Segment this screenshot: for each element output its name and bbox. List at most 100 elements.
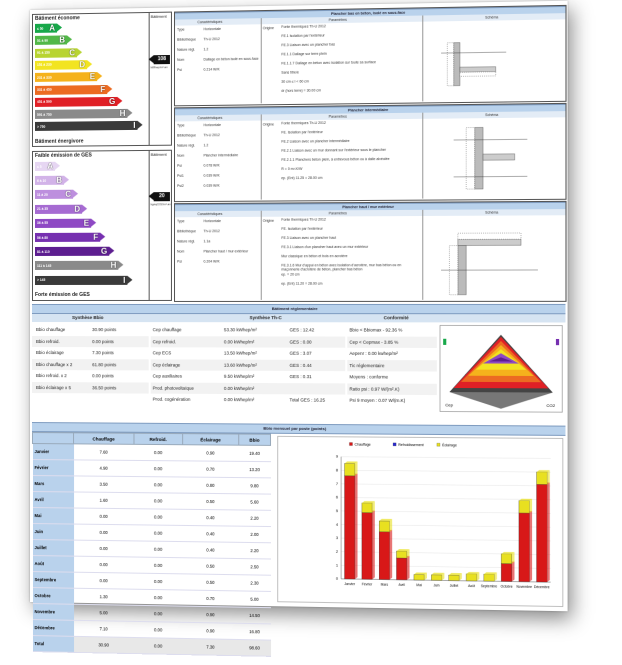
chart-bar-chauffage — [537, 484, 548, 582]
ges-label-title: Faible émission de GES — [34, 152, 92, 159]
thc-rows-value: 13.60 kWhep/m² — [223, 362, 257, 368]
monthly-cell-bbio: 5.60 — [238, 493, 271, 511]
chart-bar-éclairage — [414, 575, 424, 581]
chart-x-tick: Mars — [381, 583, 389, 587]
energy-class-range: ≤ 50 — [36, 26, 44, 31]
energy-class-bar: > 750 I — [34, 121, 138, 132]
detail-param: ep. (Ent) 11.25 = 28.00 cm — [281, 175, 323, 181]
conf-rows-row: Tic réglementaire — [347, 359, 437, 372]
detail-key: Psi1 — [177, 173, 184, 178]
detail-param: FE.2.1.1 Planchers béton plein, à entrev… — [281, 156, 390, 162]
monthly-cell-bbio: 13.20 — [238, 461, 271, 478]
thc-rows-value: 53.30 kWhep/m² — [223, 327, 257, 333]
monthly-cell-chauffage: 4.90 — [73, 459, 134, 477]
bbio-rows-row: Bbio refroid. x 2 0.00 points — [32, 370, 149, 382]
thermal-bridge-details: Plancher bas en béton, isolé en sous-fac… — [30, 1, 568, 302]
ges-class-arrow — [55, 161, 61, 170]
bbio-rows-label: Bbio refroid. x 2 — [35, 373, 67, 379]
detail-param: FE.2 Liaison avec un plancher intermédia… — [281, 138, 350, 144]
thc-rows-ges: GES : 0.31 — [289, 374, 312, 380]
energy-class-letter: E — [89, 72, 96, 82]
conf-header: Conformité — [383, 315, 409, 321]
ges-class-letter: B — [56, 175, 63, 186]
bbio-rows-label: Bbio chauffage — [35, 327, 66, 333]
monthly-cell-month: Novembre — [32, 603, 74, 621]
energy-class-bar: 591 à 750 H — [34, 108, 128, 120]
monthly-cell-eclairage: 0.80 — [182, 477, 239, 494]
chart-y-tick: 6 — [336, 496, 338, 500]
detail-schema-drawing — [433, 20, 559, 100]
monthly-cell-bbio: 2.00 — [238, 526, 271, 543]
thc-rows-value: 9.50 kWhep/m² — [223, 373, 255, 379]
conf-rows-row: Aepenr : 0.00 kwhep/m² — [347, 348, 437, 359]
detail-param: FE.1 Isolation par l'extérieur — [281, 33, 325, 39]
detail-param: FE.1.1 Dallage sur terre plein — [281, 51, 327, 57]
monthly-cell-refroid: 0.00 — [133, 637, 183, 655]
detail-value: 0.039 W/K — [203, 173, 220, 178]
thc-rows-value: 0.00 kWhep/m² — [223, 338, 255, 344]
ges-class-range: ≤ 5 — [36, 164, 42, 169]
chart-bar-chauffage — [501, 564, 512, 582]
chart-bar-side — [389, 529, 393, 580]
energy-class-range: 51 à 90 — [36, 38, 48, 43]
legend-swatch — [437, 443, 440, 446]
ges-value: 20 — [159, 193, 165, 200]
detail-param: Fonte thermiques Th-U 2012 — [281, 120, 326, 126]
detail-key: Type — [177, 27, 185, 32]
thc-rows-row: Prod. photovoltaïque 0.00 kWhep/m² — [150, 382, 346, 395]
chart-x-tick: Août — [468, 584, 475, 588]
monthly-cell-refroid: 0.00 — [133, 460, 183, 478]
monthly-row: Total 30.90 0.00 7.30 98.60 — [32, 635, 271, 657]
monthly-cell-eclairage: 0.40 — [182, 509, 239, 527]
monthly-cell-chauffage: 0.00 — [73, 524, 134, 541]
col-parametres: Paramètres — [328, 17, 347, 23]
detail-key: Nom — [177, 57, 185, 62]
ges-class-arrow — [100, 232, 106, 241]
conf-rows-item: Moyens : conforme — [349, 374, 389, 380]
ges-class-range: 6 à 10 — [36, 178, 47, 183]
thc-rows-ges: GES : 12.42 — [289, 327, 315, 333]
ges-class-letter: F — [93, 232, 99, 242]
col-schema: Schéma — [485, 15, 499, 20]
detail-key: Type — [177, 219, 185, 224]
monthly-cell-chauffage: 0.00 — [73, 540, 134, 558]
col-caracteristiques: Caractéristiques — [197, 19, 223, 25]
bbio-rows-value: 0.00 points — [92, 373, 114, 379]
detail-param: Fonte thermiques Th-U 2012 — [281, 217, 326, 222]
monthly-cell-eclairage: 0.40 — [182, 525, 239, 543]
thc-rows-label: Cep ECS — [152, 350, 172, 356]
detail-value: Horizontale — [203, 122, 221, 128]
detail-param: R = 0 m².K/W — [281, 166, 303, 172]
detail-value: Th-U 2012 — [203, 229, 220, 234]
ges-class-range: 11 à 20 — [36, 192, 48, 197]
detail-key: Psi — [177, 67, 182, 73]
ges-class-arrow — [127, 275, 133, 284]
chart-y-tick: 5 — [336, 509, 338, 513]
ges-class-range: 36 à 55 — [36, 221, 48, 226]
chart-bar-éclairage — [431, 575, 441, 581]
energy-class-range: 451 à 590 — [36, 100, 52, 105]
detail-value: Dallage en béton isolé en sous-face — [203, 56, 259, 62]
energy-class-range: 91 à 150 — [36, 50, 50, 55]
monthly-cell-bbio: 16.80 — [238, 623, 271, 641]
legend-swatch — [349, 442, 352, 445]
monthly-cell-month: Juillet — [32, 539, 74, 557]
chart-bar-chauffage — [519, 513, 530, 582]
monthly-cell-bbio: 2.20 — [238, 542, 271, 559]
detail-value: Horizontale — [203, 219, 221, 224]
ges-class-bar: 21 à 35 D — [34, 204, 83, 214]
monthly-cell-chauffage: 1.30 — [73, 588, 134, 606]
monthly-corner — [32, 432, 74, 444]
energy-class-letter: A — [49, 23, 56, 33]
thc-rows-row: Cep refroid. 0.00 kWhep/m² GES : 0.00 — [150, 335, 346, 348]
thc-rows-row: Prod. cogénération 0.00 kWhep/m² Total GES… — [151, 394, 346, 406]
col-caracteristiques: Caractéristiques — [197, 115, 223, 121]
detail-value: 1.2 — [203, 47, 209, 52]
energy-value-pill: 108 — [153, 54, 170, 65]
thc-rows-ges: GES : 0.00 — [289, 338, 312, 345]
ges-class-bar: ≤ 5 A — [34, 161, 56, 171]
bbio-rows-label: Bbio éclairage — [35, 350, 64, 356]
monthly-cell-bbio: 19.40 — [238, 445, 271, 462]
thc-rows-label: Prod. photovoltaïque — [152, 385, 194, 391]
detail-key: Bibliothèque — [177, 133, 197, 138]
